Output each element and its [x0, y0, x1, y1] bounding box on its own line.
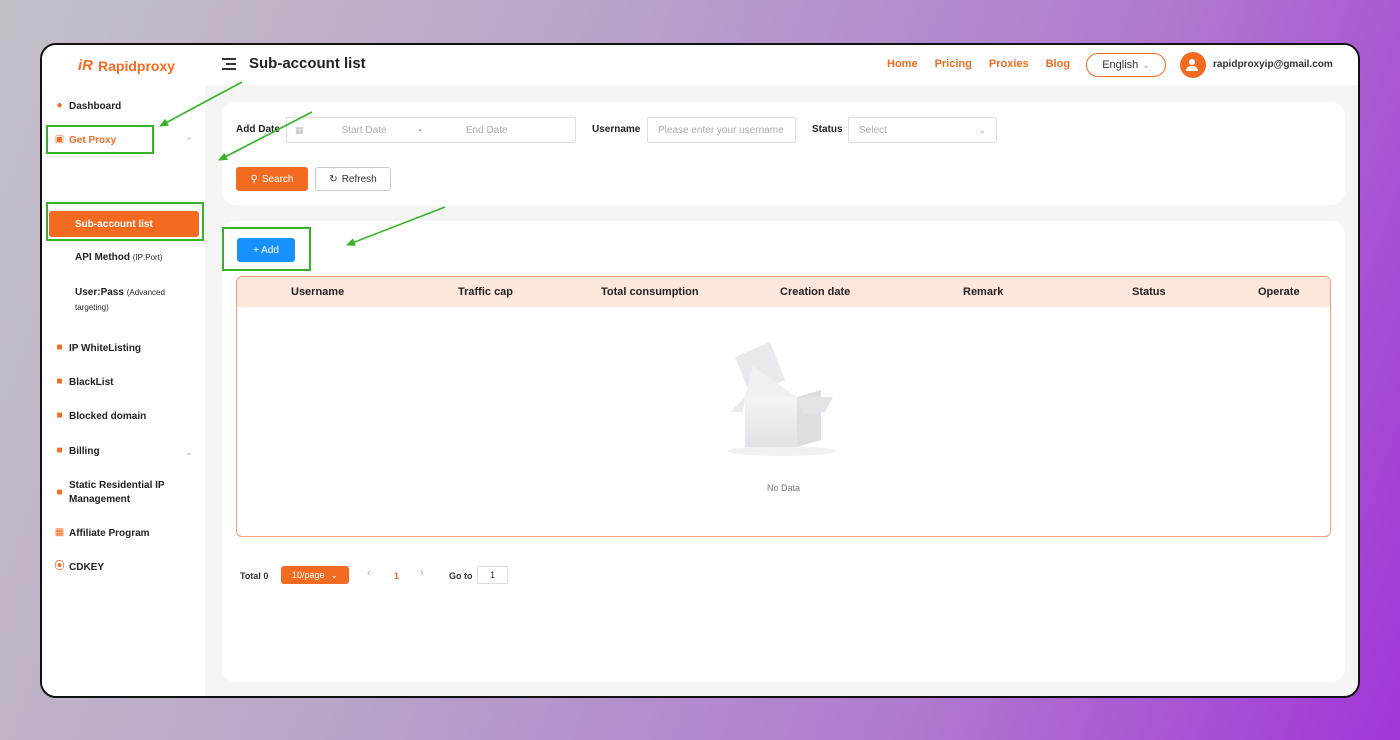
refresh-button[interactable]: ↻ Refresh: [315, 167, 391, 191]
empty-state-text: No Data: [766, 483, 801, 493]
search-icon: ⚲: [250, 173, 258, 185]
goto-label: Go to: [449, 571, 473, 581]
sidebar-item-api-method[interactable]: API Method (IP:Port): [75, 250, 163, 265]
briefcase-icon: ■: [56, 342, 63, 353]
sidebar-item-userpass[interactable]: User:Pass (Advanced targeting): [75, 285, 185, 315]
highlight-box-sub-account: [46, 202, 204, 241]
column-traffic-cap: Traffic cap: [458, 286, 514, 298]
column-remark: Remark: [963, 286, 1004, 298]
chevron-down-icon[interactable]: ⌄: [185, 447, 193, 458]
search-button[interactable]: ⚲ Search: [236, 167, 308, 191]
username-input[interactable]: Please enter your username: [647, 117, 796, 143]
prev-page-icon[interactable]: ‹: [367, 567, 371, 579]
menu-toggle-icon[interactable]: [222, 58, 236, 70]
top-nav: Home Pricing Proxies Blog: [887, 58, 1070, 70]
sidebar-item-blacklist[interactable]: ■ BlackList: [54, 376, 113, 390]
pagination-total: Total 0: [240, 571, 269, 581]
user-icon: ●: [56, 100, 63, 111]
column-total-consumption: Total consumption: [601, 286, 699, 298]
page-size-select[interactable]: 10/page ⌄: [281, 566, 349, 584]
sidebar-item-ip-whitelisting[interactable]: ■ IP WhiteListing: [54, 342, 141, 356]
logo[interactable]: iR Rapidproxy: [78, 57, 175, 74]
language-value: English: [1102, 59, 1139, 71]
status-select[interactable]: Select ⌄: [848, 117, 997, 143]
nav-home-link[interactable]: Home: [887, 58, 918, 70]
nav-proxies-link[interactable]: Proxies: [989, 58, 1029, 70]
column-status: Status: [1132, 286, 1166, 298]
grid-icon: ▦: [54, 527, 65, 538]
highlight-box-add: [222, 227, 311, 271]
add-date-label: Add Date: [236, 124, 280, 135]
billing-icon: ■: [56, 445, 63, 456]
refresh-icon: ↻: [329, 173, 338, 185]
ticket-icon: ■: [56, 376, 63, 387]
user-email[interactable]: rapidproxyip@gmail.com: [1213, 59, 1333, 70]
nav-blog-link[interactable]: Blog: [1046, 58, 1070, 70]
sub-account-table: Username Traffic cap Total consumption C…: [236, 276, 1331, 537]
highlight-box-get-proxy: [46, 125, 154, 154]
language-select[interactable]: English ⌄: [1086, 53, 1166, 77]
table-header: Username Traffic cap Total consumption C…: [237, 277, 1330, 307]
date-separator: -: [418, 124, 422, 136]
column-creation-date: Creation date: [780, 286, 851, 298]
status-placeholder: Select: [859, 124, 887, 136]
user-icon: [1186, 59, 1198, 71]
app-window: iR Rapidproxy Sub-account list Home Pric…: [40, 43, 1360, 698]
nav-pricing-link[interactable]: Pricing: [935, 58, 972, 70]
sidebar-item-billing[interactable]: ■ Billing: [54, 445, 99, 459]
end-date-input[interactable]: End Date: [466, 125, 508, 136]
column-username: Username: [291, 286, 345, 298]
key-icon: ⦿: [54, 561, 65, 572]
status-label: Status: [812, 124, 843, 135]
start-date-input[interactable]: Start Date: [342, 125, 387, 136]
sidebar-item-dashboard[interactable]: ● Dashboard: [54, 100, 121, 114]
chevron-up-icon[interactable]: ⌃: [185, 136, 193, 147]
date-range-picker[interactable]: ▦ Start Date - End Date: [286, 117, 576, 143]
sidebar-item-static-residential[interactable]: ■ Static Residential IP Management: [54, 479, 179, 507]
store-icon: ■: [56, 487, 63, 498]
sidebar-item-blocked-domain[interactable]: ■ Blocked domain: [54, 410, 146, 424]
column-operate: Operate: [1258, 286, 1300, 298]
next-page-icon[interactable]: ›: [420, 567, 424, 579]
username-label: Username: [592, 124, 641, 135]
logo-text: Rapidproxy: [98, 57, 176, 74]
sidebar-item-cdkey[interactable]: ⦿ CDKEY: [54, 561, 105, 575]
page-title: Sub-account list: [249, 55, 366, 72]
top-bar: iR Rapidproxy Sub-account list Home Pric…: [42, 45, 1358, 85]
avatar[interactable]: [1180, 52, 1206, 78]
logo-icon: iR: [78, 57, 93, 74]
chevron-down-icon: ⌄: [1142, 59, 1150, 70]
page-number-current[interactable]: 1: [394, 571, 399, 581]
calendar-icon: ▦: [295, 124, 304, 135]
chevron-down-icon: ⌄: [330, 569, 339, 580]
filter-panel: Add Date ▦ Start Date - End Date Usernam…: [222, 102, 1345, 205]
monitor-icon: ■: [56, 410, 63, 421]
empty-box-icon: [728, 342, 836, 456]
sidebar: ● Dashboard ▣ Get Proxy ⌃ Sub-account li…: [42, 85, 205, 696]
sidebar-item-affiliate[interactable]: ▦ Affiliate Program: [54, 527, 150, 541]
goto-page-input[interactable]: 1: [477, 566, 508, 584]
chevron-down-icon: ⌄: [978, 124, 986, 135]
table-panel: + Add Username Traffic cap Total consump…: [222, 221, 1345, 682]
